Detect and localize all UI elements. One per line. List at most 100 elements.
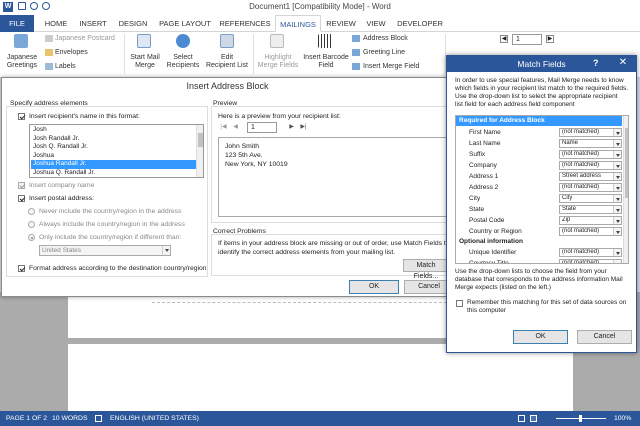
chevron-down-icon — [613, 206, 621, 213]
never-country-radio[interactable] — [28, 208, 35, 215]
field-mapping-select[interactable]: Street address — [559, 172, 622, 181]
tab-home[interactable]: HOME — [40, 15, 72, 32]
field-mapping-select[interactable]: (not matched) — [559, 183, 622, 192]
tab-design[interactable]: DESIGN — [115, 15, 151, 32]
always-country-radio[interactable] — [28, 221, 35, 228]
start-mail-merge-button[interactable]: Start Mail Merge — [126, 54, 164, 70]
address-block-button[interactable]: Address Block — [363, 35, 408, 43]
highlight-merge-fields-label: Highlight — [264, 54, 292, 61]
field-mapping-value: State — [562, 206, 577, 212]
page-2[interactable] — [68, 344, 573, 411]
word-count[interactable]: 10 WORDS — [52, 411, 88, 426]
tab-developer[interactable]: DEVELOPER — [394, 15, 446, 32]
tab-references[interactable]: REFERENCES — [218, 15, 272, 32]
language-status[interactable]: ENGLISH (UNITED STATES) — [110, 411, 199, 426]
field-mapping-value: (not matched) — [562, 260, 600, 264]
field-mapping-select[interactable]: (not matched) — [559, 227, 622, 236]
labels-icon — [45, 63, 53, 70]
field-mapping-list: Required for Address Block Optional info… — [455, 115, 629, 264]
field-mapping-select[interactable]: State — [559, 205, 622, 214]
correct-problems-text-2: identify the correct address elements fr… — [218, 249, 396, 256]
start-mail-merge-label-2: Merge — [135, 62, 155, 69]
field-mapping-value: City — [562, 195, 573, 201]
preview-line: John Smith — [225, 143, 260, 150]
proofing-icon[interactable] — [95, 415, 102, 422]
field-mapping-select[interactable]: City — [559, 194, 622, 203]
field-mapping-select[interactable]: (not matched) — [559, 128, 622, 137]
first-record-icon[interactable]: |◀ — [219, 123, 228, 132]
insert-merge-field-button[interactable]: Insert Merge Field — [363, 63, 419, 71]
japanese-postcard-button[interactable]: Japanese Postcard — [55, 35, 115, 43]
zoom-level[interactable]: 100% — [614, 411, 631, 426]
print-layout-icon[interactable] — [530, 415, 537, 422]
field-mapping-select[interactable]: Name — [559, 139, 622, 148]
highlight-merge-fields-button[interactable]: Highlight Merge Fields — [256, 54, 300, 70]
tab-view[interactable]: VIEW — [363, 15, 389, 32]
tab-review[interactable]: REVIEW — [323, 15, 359, 32]
list-item[interactable]: Josh Q. Randall Jr. — [31, 143, 198, 152]
tab-file[interactable]: FILE — [0, 15, 34, 32]
previous-record-icon[interactable]: ◀ — [231, 123, 240, 132]
match-fields-cancel-button[interactable]: Cancel — [577, 330, 632, 344]
list-item-selected[interactable]: Joshua Randall Jr. — [31, 160, 198, 169]
greeting-line-button[interactable]: Greeting Line — [363, 49, 405, 57]
list-item[interactable]: Joshua Q. Randall Jr. — [31, 169, 198, 178]
record-number-input[interactable]: 1 — [512, 34, 542, 45]
tab-page-layout[interactable]: PAGE LAYOUT — [156, 15, 214, 32]
format-address-checkbox[interactable] — [18, 265, 25, 272]
list-item[interactable]: Josh Randall Jr. — [31, 135, 198, 144]
insert-company-checkbox[interactable] — [18, 182, 25, 189]
insert-postal-checkbox[interactable] — [18, 195, 25, 202]
only-country-radio[interactable] — [28, 234, 35, 241]
zoom-slider-thumb[interactable] — [579, 415, 582, 422]
last-record-icon[interactable]: ▶| — [299, 123, 308, 132]
always-country-label: Always include the country/region in the… — [39, 221, 185, 228]
edit-recipient-list-label: Edit — [220, 54, 234, 61]
country-select-value: United States — [42, 247, 82, 254]
country-select[interactable]: United States — [39, 245, 171, 256]
chevron-down-icon — [613, 173, 621, 180]
name-format-list[interactable]: Josh Josh Randall Jr. Josh Q. Randall Jr… — [29, 124, 204, 178]
field-mapping-select[interactable]: (not matched) — [559, 161, 622, 170]
field-mapping-value: (not matched) — [562, 129, 600, 135]
remember-matching-checkbox[interactable] — [456, 300, 463, 307]
close-icon[interactable]: ✕ — [613, 56, 633, 70]
match-fields-footer: Use the drop-down lists to choose the fi… — [455, 268, 635, 292]
chevron-down-icon — [613, 162, 621, 169]
scrollbar-thumb[interactable] — [625, 128, 628, 198]
edit-recipient-list-button[interactable]: Edit Recipient List — [203, 54, 251, 70]
envelopes-button[interactable]: Envelopes — [55, 49, 88, 57]
greeting-line-icon — [352, 49, 360, 56]
tab-insert[interactable]: INSERT — [76, 15, 110, 32]
field-mapping-select[interactable]: (not matched) — [559, 259, 622, 264]
field-mapping-select[interactable]: (not matched) — [559, 150, 622, 159]
match-fields-ok-button[interactable]: OK — [513, 330, 568, 344]
labels-button[interactable]: Labels — [55, 63, 76, 71]
insert-barcode-field-button[interactable]: Insert Barcode Field — [302, 54, 350, 70]
optional-header: Optional information — [459, 238, 523, 245]
read-mode-icon[interactable] — [518, 415, 525, 422]
mapping-scrollbar[interactable] — [623, 116, 628, 263]
ok-button[interactable]: OK — [349, 280, 399, 294]
field-mapping-select[interactable]: (not matched) — [559, 248, 622, 257]
help-icon[interactable]: ? — [593, 58, 599, 68]
scrollbar-thumb[interactable] — [198, 133, 203, 147]
chevron-down-icon — [613, 184, 621, 191]
field-mapping-value: Name — [562, 140, 579, 146]
list-item[interactable]: Joshua — [31, 152, 198, 161]
previous-record-icon[interactable]: ◀ — [500, 35, 508, 43]
next-record-icon[interactable]: ▶ — [546, 35, 554, 43]
preview-record-input[interactable]: 1 — [247, 122, 277, 133]
insert-name-checkbox[interactable] — [18, 113, 25, 120]
match-fields-button[interactable]: Match Fields... — [403, 259, 449, 280]
next-record-icon[interactable]: ▶ — [287, 123, 296, 132]
list-scrollbar[interactable] — [196, 125, 203, 177]
page-count[interactable]: PAGE 1 OF 2 — [6, 411, 47, 426]
zoom-slider[interactable] — [556, 415, 606, 422]
preview-line: New York, NY 10019 — [225, 161, 288, 168]
list-item[interactable]: Josh — [31, 126, 198, 135]
field-mapping-select[interactable]: Zip — [559, 216, 622, 225]
japanese-greetings-button[interactable]: Japanese Greetings — [0, 54, 44, 70]
select-recipients-button[interactable]: Select Recipients — [163, 54, 203, 70]
tab-mailings[interactable]: MAILINGS — [275, 15, 321, 32]
